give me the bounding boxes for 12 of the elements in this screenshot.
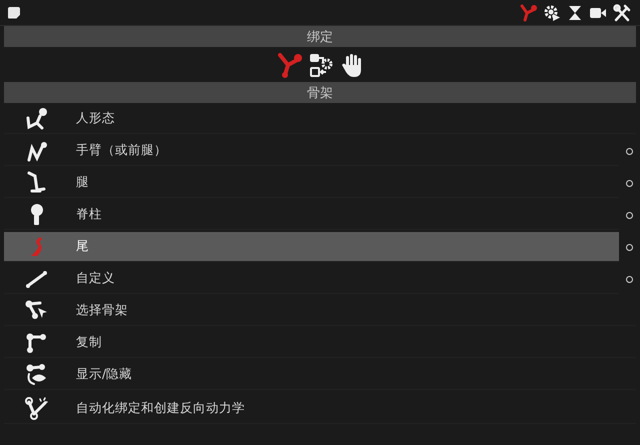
skeleton-list-item[interactable]: 复制	[4, 328, 636, 358]
skeleton-list-item[interactable]: 选择骨架	[4, 296, 636, 326]
skeleton-list-item[interactable]: 腿	[4, 168, 619, 198]
skeleton-list-item[interactable]: 人形态	[4, 104, 636, 134]
section-header: 绑定	[4, 26, 636, 47]
skeleton-list-item[interactable]: 自动化绑定和创建反向动力学	[4, 394, 636, 424]
skeleton-list-item[interactable]: 脊柱	[4, 200, 619, 230]
skeleton-list-item[interactable]: 手臂（或前腿）	[4, 136, 619, 166]
skeleton-list-item[interactable]: 显示/隐藏	[4, 360, 636, 390]
skeleton-list-item[interactable]: 尾	[4, 232, 619, 262]
section-header: 骨架	[4, 82, 636, 103]
skeleton-list-item[interactable]: 自定义	[4, 264, 619, 294]
